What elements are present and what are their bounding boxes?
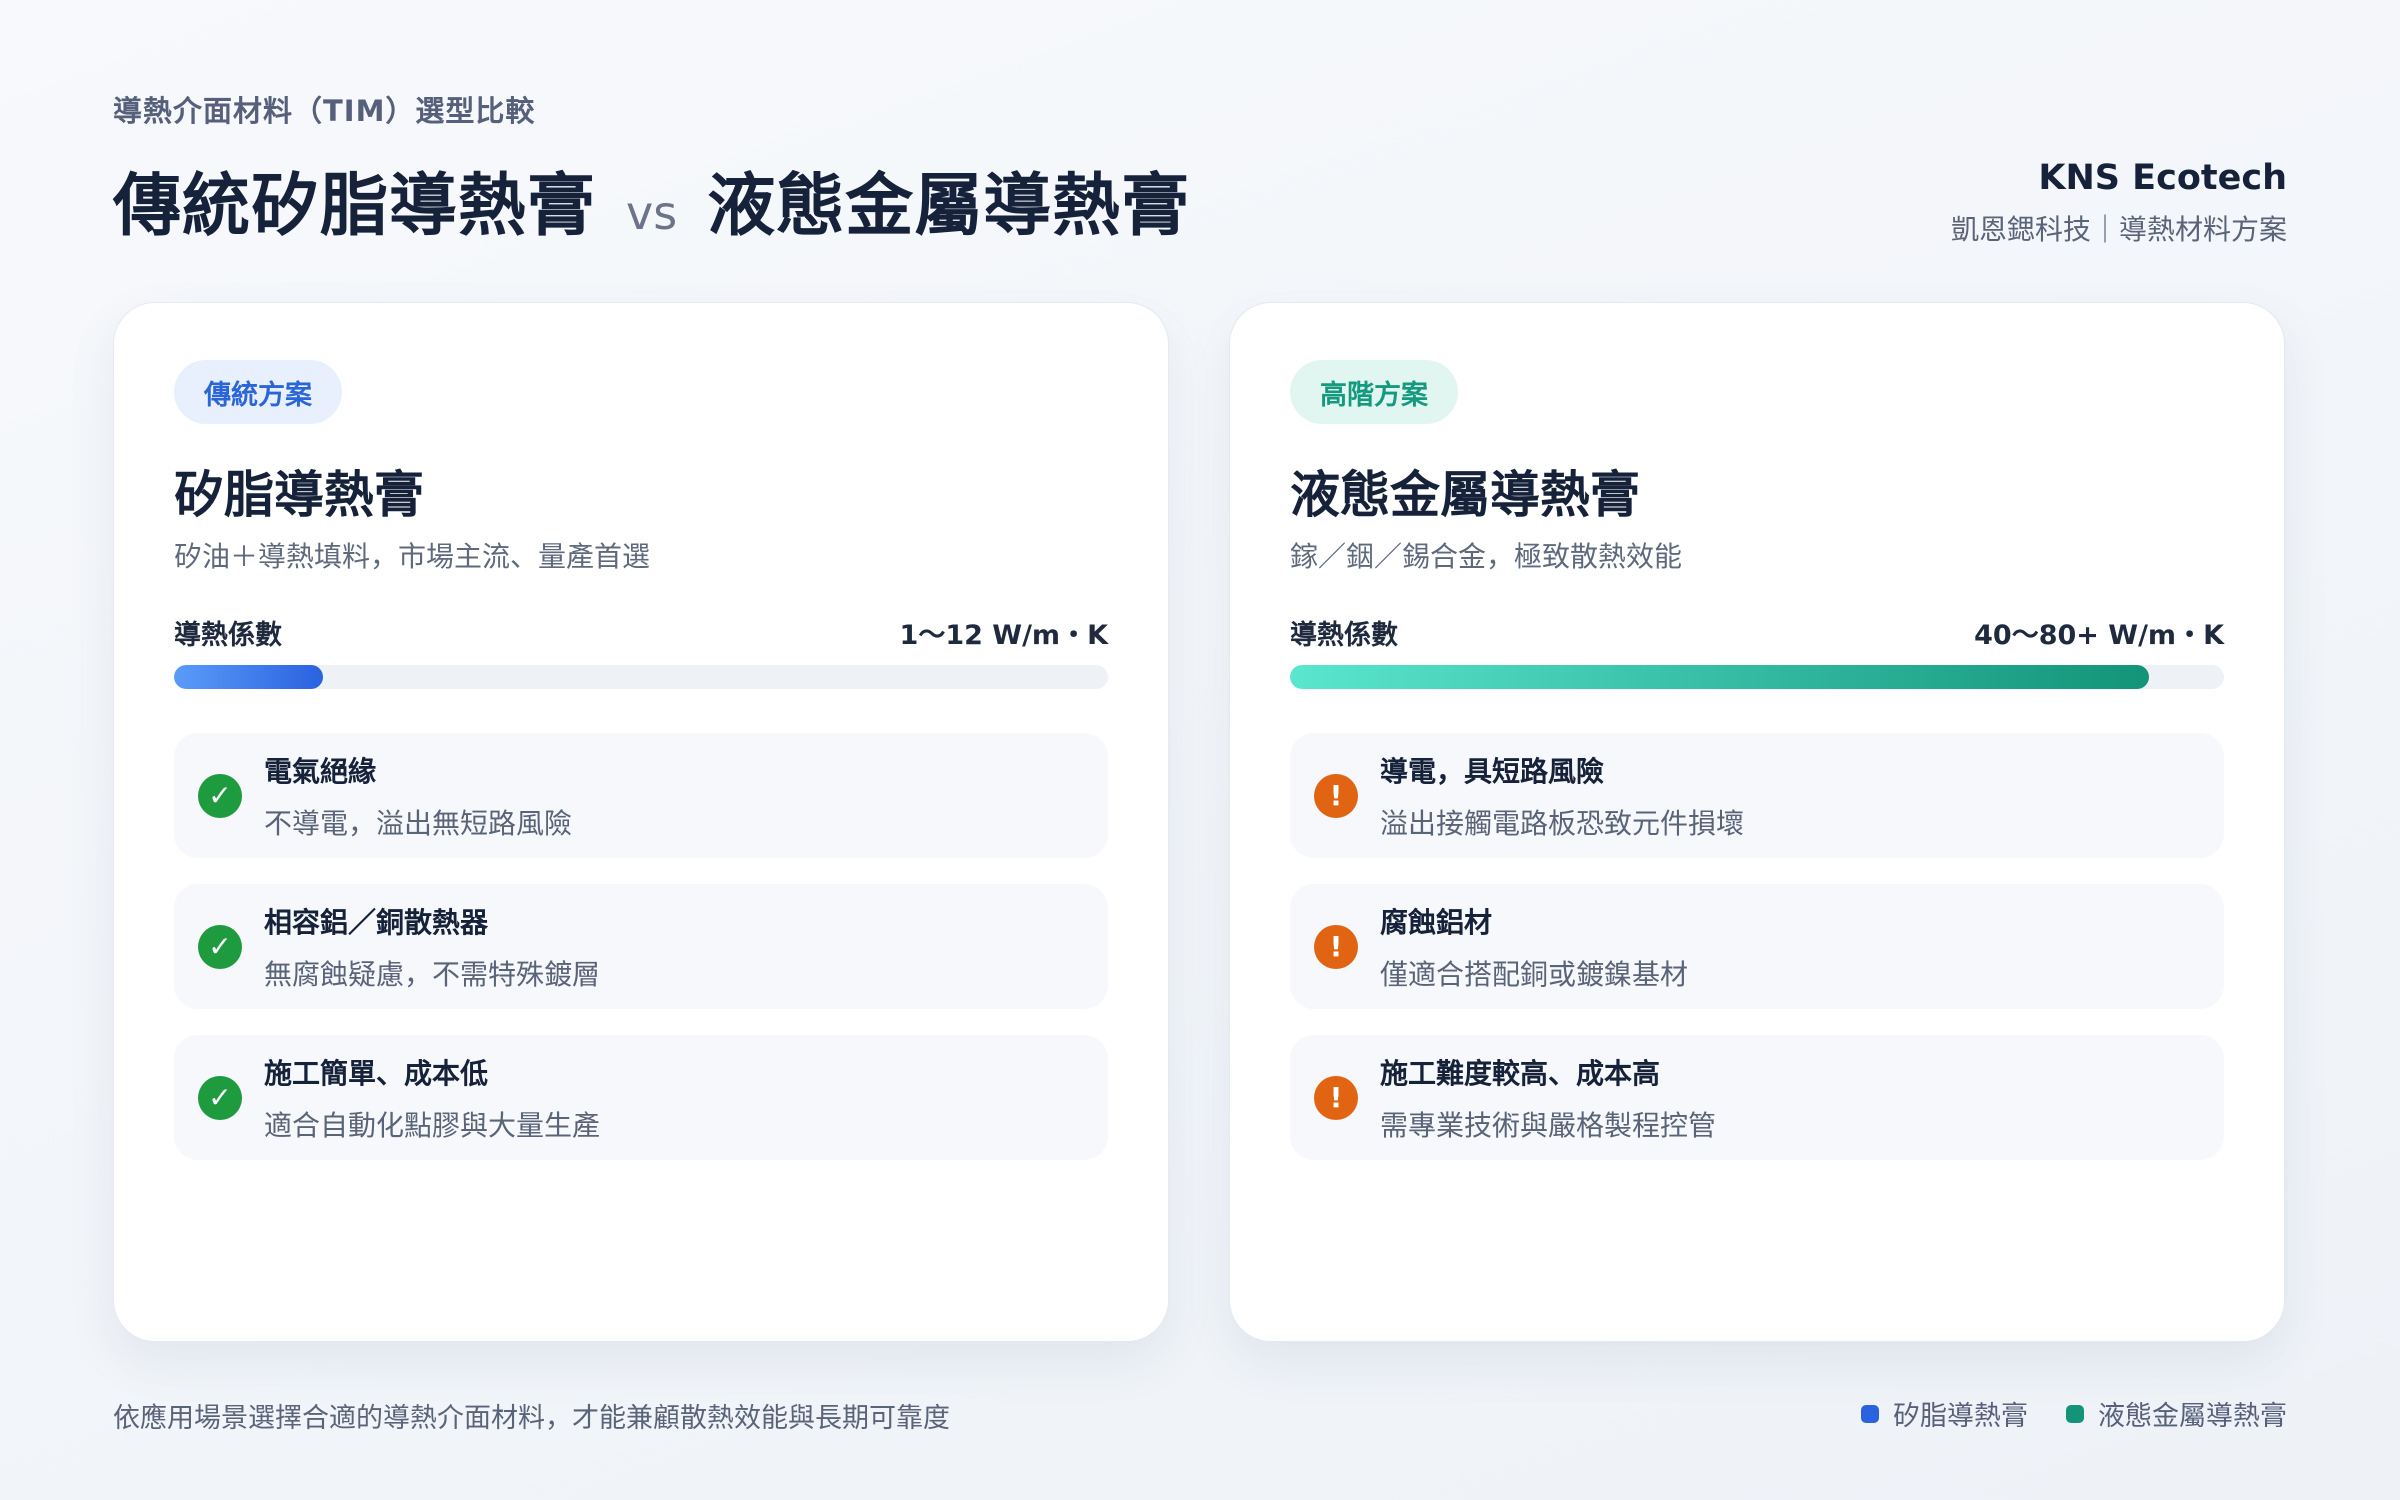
legend-label: 液態金屬導熱膏	[2098, 1401, 2287, 1432]
feature-subtitle: 不導電，溢出無短路風險	[264, 806, 573, 840]
legend-swatch	[1861, 1404, 1879, 1423]
title-vs: vs	[626, 186, 678, 240]
title-left: 傳統矽脂導熱膏	[113, 167, 597, 246]
card-title: 矽脂導熱膏	[174, 466, 424, 524]
feature-item: ! 導電，具短路風險 溢出接觸電路板恐致元件損壞	[1290, 733, 2224, 858]
feature-subtitle: 溢出接觸電路板恐致元件損壞	[1380, 806, 1745, 840]
conductivity-bar	[174, 665, 1108, 689]
legend-item-liquid-metal: 液態金屬導熱膏	[2066, 1394, 2287, 1433]
footer-note: 依應用場景選擇合適的導熱介面材料，才能兼顧散熱效能與長期可靠度	[113, 1403, 950, 1434]
legend: 矽脂導熱膏 液態金屬導熱膏	[1861, 1394, 2287, 1433]
eyebrow-subtitle: 導熱介面材料（TIM）選型比較	[113, 94, 536, 128]
feature-title: 導電，具短路風險	[1380, 754, 1605, 788]
feature-list: ✓ 電氣絕緣 不導電，溢出無短路風險 ✓ 相容鋁／銅散熱器 無腐蝕疑慮，不需特殊…	[174, 733, 1108, 1160]
check-icon: ✓	[198, 773, 242, 818]
conductivity-bar-fill	[174, 665, 324, 689]
feature-title: 施工簡單、成本低	[264, 1056, 489, 1090]
feature-title: 施工難度較高、成本高	[1380, 1056, 1661, 1090]
feature-subtitle: 適合自動化點膠與大量生產	[264, 1108, 601, 1142]
warning-icon: !	[1314, 924, 1358, 969]
feature-subtitle: 無腐蝕疑慮，不需特殊鍍層	[264, 957, 601, 991]
metric-label: 導熱係數	[174, 620, 282, 651]
card-silicone-grease: 傳統方案 矽脂導熱膏 矽油＋導熱填料，市場主流、量產首選 導熱係數 1～12 W…	[113, 302, 1169, 1342]
brand-name: KNS Ecotech	[2038, 158, 2287, 198]
card-title: 液態金屬導熱膏	[1290, 466, 1640, 524]
warning-icon: !	[1314, 773, 1358, 818]
feature-item: ✓ 施工簡單、成本低 適合自動化點膠與大量生產	[174, 1035, 1108, 1160]
feature-subtitle: 僅適合搭配銅或鍍鎳基材	[1380, 957, 1689, 991]
metric-label: 導熱係數	[1290, 620, 1398, 651]
warning-icon: !	[1314, 1075, 1358, 1120]
feature-item: ! 施工難度較高、成本高 需專業技術與嚴格製程控管	[1290, 1035, 2224, 1160]
feature-item: ! 腐蝕鋁材 僅適合搭配銅或鍍鎳基材	[1290, 884, 2224, 1009]
brand-block: KNS Ecotech 凱恩鍶科技｜導熱材料方案	[1951, 158, 2287, 248]
page-title: 傳統矽脂導熱膏 vs 液態金屬導熱膏	[113, 150, 1190, 249]
feature-title: 腐蝕鋁材	[1380, 905, 1493, 939]
legend-item-silicone: 矽脂導熱膏	[1861, 1394, 2028, 1433]
metric-value: 40～80+ W/m・K	[1974, 620, 2224, 651]
check-icon: ✓	[198, 1075, 242, 1120]
brand-subtitle: 凱恩鍶科技｜導熱材料方案	[1950, 213, 2287, 246]
card-description: 鎵／銦／錫合金，極致散熱效能	[1290, 540, 1683, 573]
card-badge: 傳統方案	[174, 360, 342, 424]
metric-value: 1～12 W/m・K	[899, 620, 1108, 651]
feature-title: 相容鋁／銅散熱器	[264, 905, 489, 939]
conductivity-bar-fill	[1290, 665, 2150, 689]
legend-label: 矽脂導熱膏	[1893, 1401, 2028, 1432]
feature-list: ! 導電，具短路風險 溢出接觸電路板恐致元件損壞 ! 腐蝕鋁材 僅適合搭配銅或鍍…	[1290, 733, 2224, 1160]
conductivity-bar	[1290, 665, 2224, 689]
card-description: 矽油＋導熱填料，市場主流、量產首選	[174, 540, 651, 573]
legend-swatch	[2066, 1404, 2084, 1423]
title-right: 液態金屬導熱膏	[707, 167, 1191, 246]
card-liquid-metal: 高階方案 液態金屬導熱膏 鎵／銦／錫合金，極致散熱效能 導熱係數 40～80+ …	[1229, 302, 2285, 1342]
feature-title: 電氣絕緣	[264, 754, 377, 788]
feature-subtitle: 需專業技術與嚴格製程控管	[1380, 1108, 1717, 1142]
feature-item: ✓ 相容鋁／銅散熱器 無腐蝕疑慮，不需特殊鍍層	[174, 884, 1108, 1009]
metric-row: 導熱係數 1～12 W/m・K	[174, 613, 1108, 652]
card-badge: 高階方案	[1290, 360, 1458, 424]
feature-item: ✓ 電氣絕緣 不導電，溢出無短路風險	[174, 733, 1108, 858]
check-icon: ✓	[198, 924, 242, 969]
metric-row: 導熱係數 40～80+ W/m・K	[1290, 613, 2224, 652]
